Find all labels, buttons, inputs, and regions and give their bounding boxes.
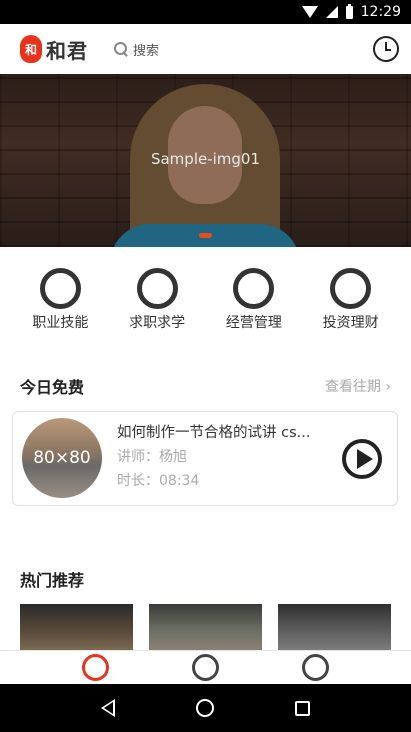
app-logo[interactable]: 和 和君 [20,35,88,64]
free-today-header: 今日免费 查看往期 › [20,374,391,398]
course-duration: 时长：08:34 [117,473,200,489]
wifi-icon [301,6,318,18]
banner-carousel[interactable]: Sample-img01 [0,74,411,247]
category-label: 经营管理 [225,315,282,331]
system-nav-bar [0,684,411,732]
free-today-title: 今日免费 [20,378,85,397]
recommend-list [20,604,391,650]
app-header: 和 和君 搜索 [0,24,411,74]
banner-page-indicator [199,233,212,238]
home-icon[interactable] [195,699,214,717]
play-button[interactable] [342,439,382,479]
recommend-item[interactable] [149,604,262,650]
play-icon [357,449,373,469]
recents-icon[interactable] [295,700,311,716]
free-course-card[interactable]: 80×80 如何制作一节合格的试讲 cs... 讲师：杨旭 时长：08:34 [12,411,398,506]
category-job-study[interactable]: 求职求学 [112,268,202,332]
category-career-skills[interactable]: 职业技能 [15,268,105,332]
category-circle-icon [136,268,178,309]
search-icon [114,42,128,56]
category-circle-icon [233,268,275,309]
tab-third-icon[interactable] [302,654,330,681]
category-business-management[interactable]: 经营管理 [209,268,299,332]
logo-text: 和君 [46,38,88,63]
bottom-tab-bar [0,650,411,684]
history-clock-icon[interactable] [373,36,399,62]
recommend-item[interactable] [20,604,133,650]
view-past-label: 查看往期 [324,379,381,395]
battery-icon [345,3,353,19]
course-lecturer: 讲师：杨旭 [117,449,187,465]
category-circle-icon [330,268,372,309]
cellular-signal-icon [325,6,338,18]
search-bar[interactable]: 搜索 [114,40,373,59]
tab-home-icon[interactable] [81,654,109,681]
status-time: 12:29 [360,4,401,20]
course-title: 如何制作一节合格的试讲 cs... [117,425,311,441]
tab-second-icon[interactable] [191,654,219,681]
category-row: 职业技能 求职求学 经营管理 投资理财 [0,268,411,332]
course-thumbnail-label: 80×80 [33,448,91,468]
status-bar: 12:29 [0,0,411,24]
recommend-header: 热门推荐 [20,567,391,591]
category-label: 投资理财 [322,315,379,331]
back-icon[interactable] [100,699,115,717]
recommend-title: 热门推荐 [20,571,85,590]
chevron-right-icon: › [385,379,391,395]
view-past-link[interactable]: 查看往期 › [325,376,391,396]
category-label: 求职求学 [129,315,186,331]
banner-caption: Sample-img01 [150,150,261,168]
logo-mark: 和 [20,35,42,63]
category-circle-icon [39,268,81,309]
course-thumbnail: 80×80 [22,418,102,498]
category-investment-finance[interactable]: 投资理财 [306,268,396,332]
search-placeholder: 搜索 [133,43,160,59]
category-label: 职业技能 [32,315,89,331]
recommend-item[interactable] [278,604,391,650]
